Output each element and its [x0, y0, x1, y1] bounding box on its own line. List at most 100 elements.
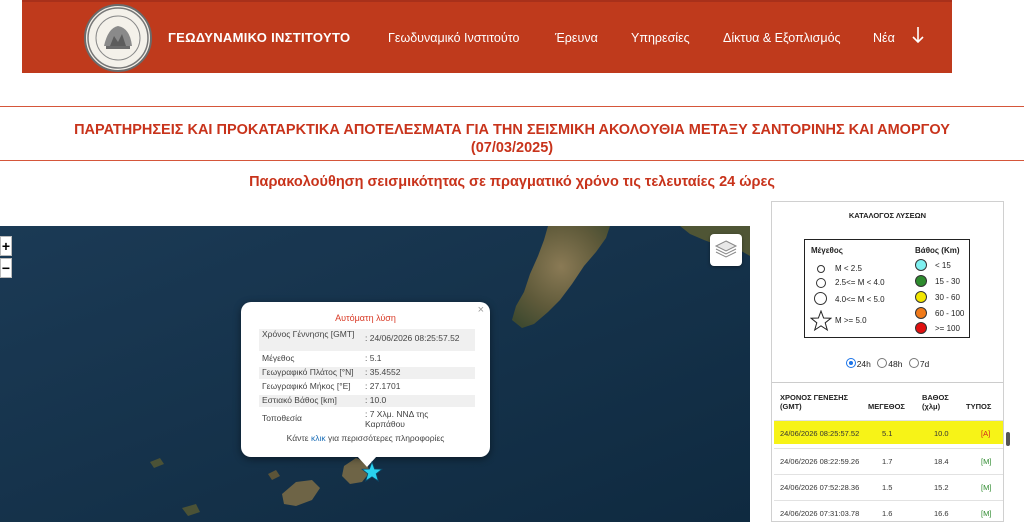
- depth-color-icon: [915, 259, 927, 271]
- legend-depth-5: >= 100: [935, 324, 960, 333]
- header-top-line: [22, 0, 952, 2]
- cell-type: [M]: [981, 509, 992, 518]
- popup-key: Τοποθεσία: [262, 413, 302, 423]
- popup-value: : 24/06/2026 08:25:57.52: [365, 333, 460, 343]
- legend-magnitude-2: 2.5<= M < 4.0: [835, 278, 885, 287]
- magnitude-medium-icon: [816, 278, 826, 288]
- table-row[interactable]: 24/06/2026 08:25:57.52 5.1 10.0 [A]: [774, 420, 1003, 444]
- popup-more-suffix: για περισσότερες πληροφορίες: [327, 433, 445, 443]
- depth-color-icon: [915, 307, 927, 319]
- depth-color-icon: [915, 291, 927, 303]
- popup-row-depth: Εστιακό Βάθος [km] : 10.0: [259, 395, 475, 407]
- cell-type: [M]: [981, 483, 992, 492]
- cell-magnitude: 5.1: [882, 429, 893, 438]
- radio-icon[interactable]: [908, 358, 919, 368]
- popup-value: : 10.0: [365, 395, 387, 405]
- legend-magnitude-head: Μέγεθος: [811, 246, 843, 255]
- range-7d[interactable]: 7d: [908, 358, 930, 369]
- cell-depth: 18.4: [934, 457, 949, 466]
- table-row[interactable]: 24/06/2026 08:22:59.26 1.7 18.4 [M]: [774, 448, 1003, 472]
- page-title: ΠΑΡΑΤΗΡΗΣΕΙΣ ΚΑΙ ΠΡΟΚΑΤΑΡΚΤΙΚΑ ΑΠΟΤΕΛΕΣΜ…: [0, 121, 1024, 157]
- zoom-in-button[interactable]: +: [0, 236, 12, 256]
- page-subtitle: Παρακολούθηση σεισμικότητας σε πραγματικ…: [249, 174, 775, 190]
- range-label: 7d: [919, 359, 930, 369]
- table-row[interactable]: 24/06/2026 07:52:28.36 1.5 15.2 [M]: [774, 474, 1003, 498]
- cell-depth: 15.2: [934, 483, 949, 492]
- title-rule-bottom: [0, 160, 1024, 161]
- nav-item-news[interactable]: Νέα: [873, 31, 895, 45]
- popup-row-magnitude: Μέγεθος : 5.1: [259, 353, 475, 365]
- popup-row-latitude: Γεωγραφικό Πλάτος [°N] : 35.4552: [259, 367, 475, 379]
- popup-value: : 7 Χλμ. ΝΝΔ της Καρπάθου: [365, 409, 429, 429]
- popup-value: : 35.4552: [365, 367, 401, 377]
- legend-depth-4: 60 - 100: [935, 309, 965, 318]
- range-label: 24h: [856, 359, 871, 369]
- popup-value: : 5.1: [365, 353, 382, 363]
- event-popup: × Αυτόματη λύση Χρόνος Γέννησης [GMT] : …: [241, 302, 490, 457]
- arrow-down-icon[interactable]: [912, 26, 924, 49]
- cell-type: [M]: [981, 457, 992, 466]
- cell-time: 24/06/2026 08:22:59.26: [780, 457, 860, 466]
- nav-item-services[interactable]: Υπηρεσίες: [631, 31, 690, 45]
- table-divider: [772, 382, 1003, 383]
- cell-depth: 16.6: [934, 509, 949, 518]
- nav-item-institute[interactable]: Γεωδυναμικό Ινστιτούτο: [388, 31, 519, 45]
- page-title-line1: ΠΑΡΑΤΗΡΗΣΕΙΣ ΚΑΙ ΠΡΟΚΑΤΑΡΚΤΙΚΑ ΑΠΟΤΕΛΕΣΜ…: [74, 122, 950, 138]
- cell-time: 24/06/2026 08:25:57.52: [780, 429, 860, 438]
- popup-row-longitude: Γεωγραφικό Μήκος [°E] : 27.1701: [259, 381, 475, 393]
- legend: Μέγεθος Βάθος (Km) M < 2.5 2.5<= M < 4.0…: [804, 239, 970, 338]
- col-header-time: ΧΡΟΝΟΣ ΓΕΝΕΣΗΣ (GMT): [780, 393, 849, 411]
- nav-item-research[interactable]: Έρευνα: [555, 31, 598, 45]
- popup-more-info: Κάντε κλικ για περισσότερες πληροφορίες: [241, 433, 490, 443]
- panel-title: ΚΑΤΑΛΟΓΟΣ ΛΥΣΕΩΝ: [848, 211, 927, 220]
- depth-color-icon: [915, 322, 927, 334]
- cell-magnitude: 1.6: [882, 509, 893, 518]
- layers-button[interactable]: [710, 234, 742, 266]
- magnitude-large-icon: [814, 292, 827, 305]
- legend-depth-2: 15 - 30: [935, 277, 960, 286]
- popup-key: Χρόνος Γέννησης [GMT]: [262, 329, 355, 339]
- legend-magnitude-3: 4.0<= M < 5.0: [835, 295, 885, 304]
- depth-color-icon: [915, 275, 927, 287]
- cell-time: 24/06/2026 07:31:03.78: [780, 509, 860, 518]
- title-rule-top: [0, 106, 1024, 107]
- range-48h[interactable]: 48h: [877, 358, 902, 369]
- nav-item-networks[interactable]: Δίκτυα & Εξοπλισμός: [723, 31, 841, 45]
- star-outline-icon: [810, 310, 832, 332]
- popup-key: Μέγεθος: [262, 353, 295, 363]
- seismicity-map[interactable]: + − × Αυτόματη λύση Χρόνος Γέννησης [GMT…: [0, 226, 750, 522]
- legend-magnitude-4: M >= 5.0: [835, 316, 867, 325]
- popup-key: Γεωγραφικό Μήκος [°E]: [262, 381, 351, 391]
- cell-magnitude: 1.7: [882, 457, 893, 466]
- table-row[interactable]: 24/06/2026 07:31:03.78 1.6 16.6 [M]: [774, 500, 1003, 522]
- time-range-selector: 24h 48h 7d: [772, 358, 1003, 369]
- col-header-type: ΤΥΠΟΣ: [966, 402, 992, 411]
- legend-depth-head: Βάθος (Km): [915, 246, 960, 255]
- legend-depth-1: < 15: [935, 261, 951, 270]
- zoom-out-button[interactable]: −: [0, 258, 12, 278]
- institute-logo[interactable]: [84, 4, 152, 72]
- legend-depth-3: 30 - 60: [935, 293, 960, 302]
- col-header-depth: ΒΑΘΟΣ (χλμ): [922, 393, 949, 411]
- popup-row-origin-time: Χρόνος Γέννησης [GMT] : 24/06/2026 08:25…: [259, 329, 475, 351]
- cell-time: 24/06/2026 07:52:28.36: [780, 483, 860, 492]
- radio-selected-icon[interactable]: [845, 358, 856, 368]
- magnitude-small-icon: [817, 265, 825, 273]
- popup-more-link[interactable]: κλικ: [311, 433, 326, 443]
- site-header: ΓΕΩΔΥΝΑΜΙΚΟ ΙΝΣΤΙΤΟΥΤΟ Γεωδυναμικό Ινστι…: [22, 0, 952, 73]
- cell-depth: 10.0: [934, 429, 949, 438]
- site-title[interactable]: ΓΕΩΔΥΝΑΜΙΚΟ ΙΝΣΤΙΤΟΥΤΟ: [168, 30, 350, 45]
- popup-key: Εστιακό Βάθος [km]: [262, 395, 337, 405]
- table-scrollbar[interactable]: [1006, 432, 1010, 446]
- popup-more-prefix: Κάντε: [286, 433, 309, 443]
- page-title-line2: (07/03/2025): [470, 140, 554, 156]
- cell-magnitude: 1.5: [882, 483, 893, 492]
- range-24h[interactable]: 24h: [845, 358, 871, 369]
- cell-type: [A]: [981, 429, 991, 438]
- star-icon[interactable]: [360, 460, 384, 483]
- col-header-magnitude: ΜΕΓΕΘΟΣ: [868, 402, 905, 411]
- page: ΓΕΩΔΥΝΑΜΙΚΟ ΙΝΣΤΙΤΟΥΤΟ Γεωδυναμικό Ινστι…: [0, 0, 1024, 522]
- solutions-panel: ΚΑΤΑΛΟΓΟΣ ΛΥΣΕΩΝ Μέγεθος Βάθος (Km) M < …: [771, 201, 1010, 522]
- popup-title: Αυτόματη λύση: [335, 313, 396, 323]
- radio-icon[interactable]: [877, 358, 888, 368]
